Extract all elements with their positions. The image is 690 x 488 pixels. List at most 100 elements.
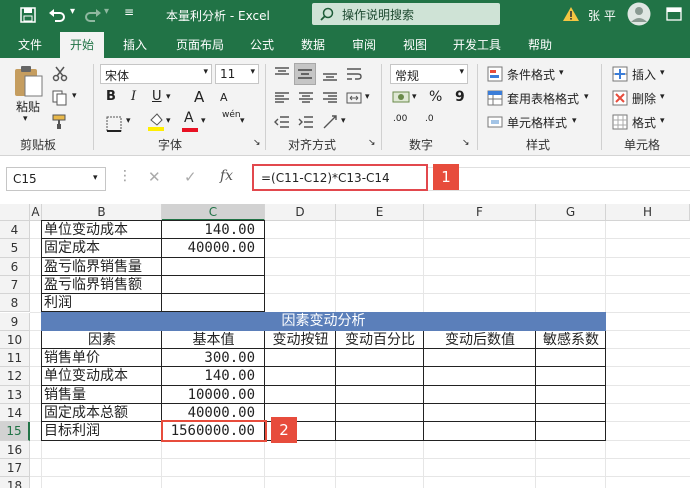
tab-formulas[interactable]: 公式 <box>250 36 274 53</box>
row-header-17[interactable]: 17 <box>0 458 30 478</box>
align-left-icon[interactable] <box>274 90 290 106</box>
orientation-icon[interactable] <box>322 114 338 130</box>
cell-b14[interactable]: 固定成本总额 <box>44 404 160 422</box>
cell-b4[interactable]: 单位变动成本 <box>44 221 160 239</box>
cell-b7[interactable]: 盈亏临界销售额 <box>44 276 160 294</box>
cell-c10[interactable]: 基本值 <box>162 331 265 349</box>
cell-c12[interactable]: 140.00 <box>162 367 265 385</box>
underline-dropdown-icon[interactable]: ▾ <box>166 92 171 102</box>
cancel-entry-icon[interactable]: ✕ <box>148 168 161 186</box>
ribbon-display-icon[interactable] <box>666 7 682 21</box>
increase-indent-icon[interactable] <box>298 114 314 130</box>
cell-c4[interactable]: 140.00 <box>162 221 265 239</box>
format-as-table-dropdown-icon[interactable]: ▾ <box>584 92 589 102</box>
format-cells-icon[interactable] <box>612 114 628 130</box>
align-bottom-icon[interactable] <box>322 66 338 82</box>
formula-bar-rest[interactable] <box>428 167 690 191</box>
cell-b8[interactable]: 利润 <box>44 294 160 312</box>
name-box-dropdown-icon[interactable]: ▾ <box>93 173 98 183</box>
cell-styles-dropdown-icon[interactable]: ▾ <box>572 116 577 126</box>
comma-style-button[interactable]: 9 <box>455 89 465 105</box>
cell-b11[interactable]: 销售单价 <box>44 349 160 367</box>
font-color-dropdown-icon[interactable]: ▾ <box>201 116 206 126</box>
cell-b13[interactable]: 销售量 <box>44 386 160 404</box>
tab-review[interactable]: 审阅 <box>352 36 376 53</box>
column-header-g[interactable]: G <box>536 204 606 221</box>
enter-entry-icon[interactable]: ✓ <box>184 168 197 186</box>
font-name-select[interactable]: 宋体 ▾ <box>100 64 212 84</box>
cut-icon[interactable] <box>52 66 68 82</box>
tab-file[interactable]: 文件 <box>18 36 42 53</box>
merge-center-icon[interactable] <box>346 90 362 106</box>
row-header-14[interactable]: 14 <box>0 404 30 423</box>
conditional-format-button[interactable]: 条件格式 <box>507 66 555 83</box>
row-header-7[interactable]: 7 <box>0 275 30 295</box>
column-header-c[interactable]: C <box>162 204 265 221</box>
delete-cells-icon[interactable] <box>612 90 628 106</box>
borders-icon[interactable] <box>106 116 122 132</box>
column-header-a[interactable]: A <box>30 204 42 221</box>
insert-cells-icon[interactable] <box>612 66 628 82</box>
row-header-5[interactable]: 5 <box>0 239 30 258</box>
undo-icon[interactable] <box>48 6 66 24</box>
insert-function-button[interactable]: fx <box>220 168 233 184</box>
fill-color-icon[interactable] <box>148 112 164 132</box>
font-color-button[interactable]: A <box>184 110 194 126</box>
column-header-f[interactable]: F <box>424 204 536 221</box>
align-center-icon[interactable] <box>298 90 314 106</box>
cell-b15[interactable]: 目标利润 <box>44 422 160 440</box>
format-as-table-icon[interactable] <box>487 90 503 106</box>
tab-home[interactable]: 开始 <box>60 32 105 58</box>
row-header-11[interactable]: 11 <box>0 349 30 368</box>
underline-button[interactable]: U <box>152 89 162 104</box>
tab-page-layout[interactable]: 页面布局 <box>176 36 224 53</box>
paste-button[interactable]: 粘贴 <box>16 98 40 115</box>
row-header-6[interactable]: 6 <box>0 257 30 276</box>
alignment-dialog-launcher-icon[interactable]: ↘ <box>368 138 376 148</box>
accounting-format-icon[interactable] <box>392 88 410 106</box>
tab-view[interactable]: 视图 <box>403 36 427 53</box>
merge-dropdown-icon[interactable]: ▾ <box>365 92 370 102</box>
tab-data[interactable]: 数据 <box>301 36 325 53</box>
cell-b12[interactable]: 单位变动成本 <box>44 367 160 385</box>
conditional-format-dropdown-icon[interactable]: ▾ <box>559 68 564 78</box>
row-header-12[interactable]: 12 <box>0 367 30 386</box>
insert-cells-button[interactable]: 插入 <box>632 66 656 83</box>
cell-styles-icon[interactable] <box>487 114 503 130</box>
redo-dropdown-icon[interactable]: ▾ <box>104 6 109 17</box>
user-name[interactable]: 张 平 <box>588 7 616 24</box>
decrease-decimal-button[interactable]: .0 <box>425 114 434 124</box>
undo-dropdown-icon[interactable]: ▾ <box>70 6 75 17</box>
row-header-4[interactable]: 4 <box>0 221 30 240</box>
save-icon[interactable] <box>20 7 36 23</box>
column-header-b[interactable]: B <box>42 204 162 221</box>
font-dialog-launcher-icon[interactable]: ↘ <box>253 138 261 148</box>
paste-dropdown-icon[interactable]: ▾ <box>23 114 28 124</box>
formula-bar-grip-icon[interactable]: ⋮ <box>118 168 132 184</box>
format-cells-button[interactable]: 格式 <box>632 114 656 131</box>
number-format-select[interactable]: 常规 ▾ <box>390 64 468 84</box>
tab-help[interactable]: 帮助 <box>528 36 552 53</box>
delete-cells-button[interactable]: 删除 <box>632 90 656 107</box>
tab-developer[interactable]: 开发工具 <box>453 36 501 53</box>
cell-b5[interactable]: 固定成本 <box>44 239 160 257</box>
accounting-dropdown-icon[interactable]: ▾ <box>412 92 417 102</box>
bold-button[interactable]: B <box>106 89 116 104</box>
row-header-9[interactable]: 9 <box>0 312 30 331</box>
row-header-15[interactable]: 15 <box>0 422 30 441</box>
align-top-icon[interactable] <box>274 66 290 82</box>
cell-b10[interactable]: 因素 <box>44 331 160 349</box>
shrink-font-button[interactable]: A <box>220 91 228 104</box>
name-box[interactable]: C15 ▾ <box>6 167 106 191</box>
align-right-icon[interactable] <box>322 90 338 106</box>
cell-b6[interactable]: 盈亏临界销售量 <box>44 258 160 276</box>
orientation-dropdown-icon[interactable]: ▾ <box>341 116 346 126</box>
format-dropdown-icon[interactable]: ▾ <box>660 116 665 126</box>
phonetic-dropdown-icon[interactable]: ▾ <box>240 116 245 126</box>
tell-me-search[interactable]: 操作说明搜索 <box>312 3 500 25</box>
row-header-13[interactable]: 13 <box>0 385 30 404</box>
font-size-select[interactable]: 11 ▾ <box>215 64 259 84</box>
redo-icon[interactable] <box>84 6 102 24</box>
copy-dropdown-icon[interactable]: ▾ <box>72 91 77 101</box>
row-header-16[interactable]: 16 <box>0 440 30 459</box>
